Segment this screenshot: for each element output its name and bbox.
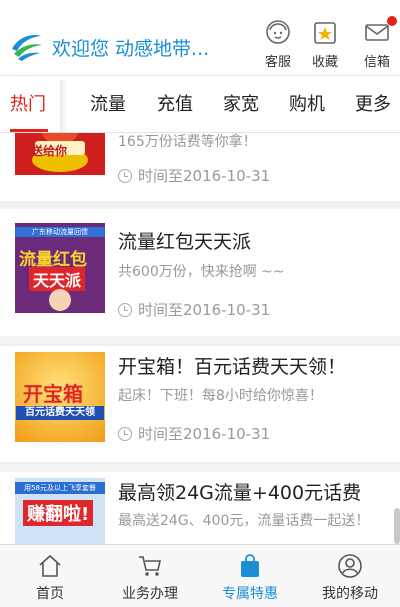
promo-thumbnail: 开宝箱 百元话费天天领 xyxy=(15,352,105,442)
cart-icon xyxy=(139,556,161,576)
tab-more[interactable]: 更多 xyxy=(355,77,391,133)
promotion-feed[interactable]: 送给你 165万份话费等你拿！ 时间至2016-10-31 广东移动流量回馈 流… xyxy=(0,133,400,544)
promo-thumbnail: 广东移动流量回馈 流量红包 天天派 xyxy=(15,223,105,313)
shopping-bag-icon xyxy=(241,554,259,577)
customer-service-button[interactable]: 客服 xyxy=(256,18,300,70)
mailbox-button[interactable]: 信箱 xyxy=(355,16,399,70)
clock-icon xyxy=(118,303,132,317)
tab-data[interactable]: 流量 xyxy=(90,77,126,133)
promo-time-text: 时间至2016-10-31 xyxy=(138,425,271,443)
nav-home[interactable]: 首页 xyxy=(0,545,100,607)
promo-time: 时间至2016-10-31 xyxy=(118,165,270,186)
home-icon xyxy=(39,554,61,577)
thumb-caption: 送给你 xyxy=(31,144,68,158)
welcome-text: 欢迎您 动感地带... xyxy=(52,38,210,60)
thumb-line1: 开宝箱 xyxy=(23,382,83,406)
promo-subtitle: 共600万份，快来抢啊 ~~ xyxy=(118,264,285,280)
promo-card[interactable]: 开宝箱 百元话费天天领 开宝箱！百元话费天天领！ 起床！下班！每8小时给你惊喜！… xyxy=(0,346,400,462)
thumb-line2: 赚翻啦! xyxy=(23,500,94,526)
thumb-line2: 百元话费天天领 xyxy=(16,406,104,420)
thumb-figure xyxy=(49,289,71,311)
tab-divider-shadow xyxy=(60,80,68,133)
promo-title: 开宝箱！百元话费天天领！ xyxy=(118,356,347,378)
thumb-line2: 天天派 xyxy=(29,267,86,291)
promo-subtitle: 165万份话费等你拿！ xyxy=(118,134,257,150)
promo-title: 流量红包天天派 xyxy=(118,231,252,253)
promo-card[interactable]: 送给你 165万份话费等你拿！ 时间至2016-10-31 xyxy=(0,133,400,201)
favorites-label: 收藏 xyxy=(311,55,338,70)
promo-subtitle: 最高送24G、400元，流量话费一起送！ xyxy=(118,513,370,529)
promo-time-text: 时间至2016-10-31 xyxy=(138,167,271,185)
promo-time: 时间至2016-10-31 xyxy=(118,299,270,320)
active-tab-indicator xyxy=(10,129,48,132)
bottom-navigation: 首页 业务办理 专属特惠 我的移动 xyxy=(0,544,400,607)
tab-recharge[interactable]: 充值 xyxy=(157,77,193,133)
promo-thumbnail: 用58元及以上飞享套餐 赚翻啦! xyxy=(15,478,105,544)
customer-service-label: 客服 xyxy=(264,55,291,70)
tab-phones[interactable]: 购机 xyxy=(289,77,325,133)
clock-icon xyxy=(118,169,132,183)
promo-card[interactable]: 用58元及以上飞享套餐 赚翻啦! 最高领24G流量+400元话费 最高送24G、… xyxy=(0,472,400,544)
thumb-line1: 用58元及以上飞享套餐 xyxy=(15,482,105,494)
nav-home-label: 首页 xyxy=(36,586,64,602)
favorites-button[interactable]: 收藏 xyxy=(303,18,347,70)
promo-card[interactable]: 广东移动流量回馈 流量红包 天天派 流量红包天天派 共600万份，快来抢啊 ~~… xyxy=(0,209,400,336)
app-header: 欢迎您 动感地带... 客服 收藏 信箱 xyxy=(0,0,400,76)
unread-badge xyxy=(387,16,397,26)
favorites-icon xyxy=(314,22,336,44)
mailbox-label: 信箱 xyxy=(363,55,390,70)
tab-hot[interactable]: 热门 xyxy=(10,77,46,133)
tab-broadband[interactable]: 家宽 xyxy=(223,77,259,133)
promo-time: 时间至2016-10-31 xyxy=(118,423,270,444)
promo-thumbnail: 送给你 xyxy=(15,133,105,175)
promo-subtitle: 起床！下班！每8小时给你惊喜！ xyxy=(118,388,323,404)
user-icon xyxy=(338,554,362,578)
nav-business[interactable]: 业务办理 xyxy=(100,545,200,607)
nav-my-mobile[interactable]: 我的移动 xyxy=(300,545,400,607)
nav-business-label: 业务办理 xyxy=(122,586,178,602)
promo-time-text: 时间至2016-10-31 xyxy=(138,301,271,319)
thumb-banner: 广东移动流量回馈 xyxy=(15,227,105,237)
clock-icon xyxy=(118,427,132,441)
nav-my-mobile-label: 我的移动 xyxy=(322,586,378,602)
china-mobile-logo-icon xyxy=(12,35,42,61)
nav-special-offers-label: 专属特惠 xyxy=(222,586,278,602)
promo-title: 最高领24G流量+400元话费 xyxy=(118,482,362,504)
scrollbar[interactable] xyxy=(394,508,400,544)
customer-service-icon xyxy=(266,20,290,44)
nav-special-offers[interactable]: 专属特惠 xyxy=(200,545,300,607)
